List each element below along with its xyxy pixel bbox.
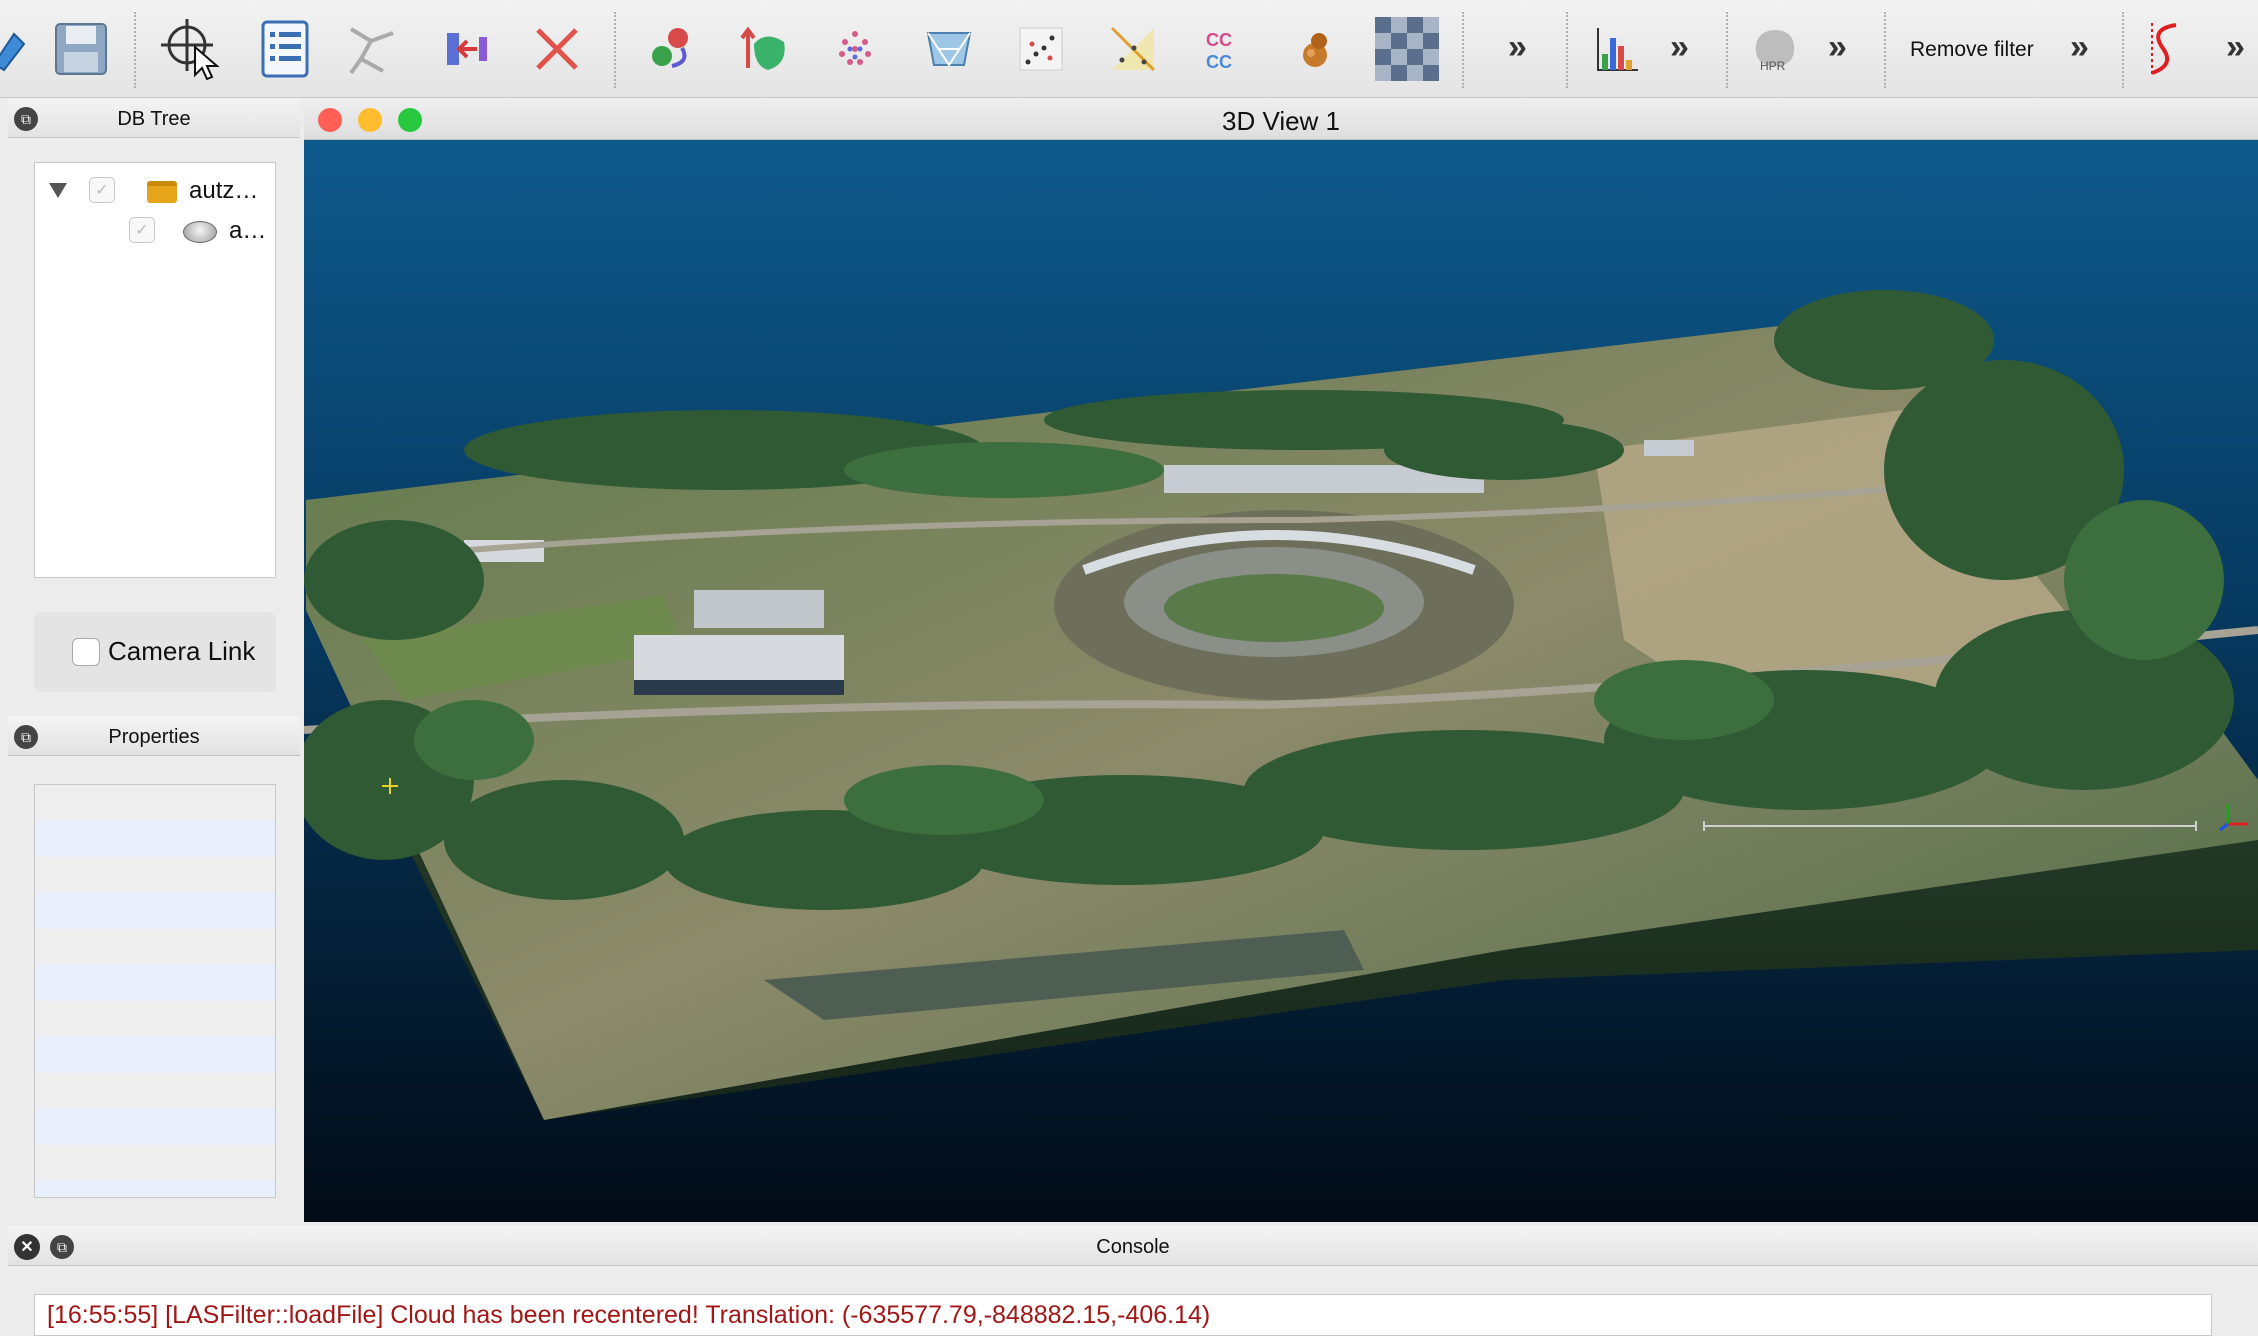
delete-icon[interactable] <box>522 14 592 84</box>
camera-link-checkbox[interactable] <box>72 638 100 666</box>
svg-text:CC: CC <box>1206 30 1232 50</box>
console-log[interactable]: [16:55:55] [LASFilter::loadFile] Cloud h… <box>34 1294 2212 1336</box>
toolbar-separator <box>614 12 616 88</box>
console-title: Console <box>1096 1236 1170 1258</box>
db-tree-header: ⧉ DB Tree <box>8 98 300 138</box>
table-row <box>35 1145 275 1181</box>
back-arrow-icon[interactable] <box>436 14 506 84</box>
main-toolbar: CC CC » » HPR » Remove filter » » <box>0 0 2258 98</box>
toolbar-separator <box>1884 12 1886 88</box>
cloud-icon <box>183 221 217 243</box>
camera-link-group: Camera Link <box>34 612 276 692</box>
checker-icon[interactable] <box>1372 14 1442 84</box>
table-row <box>35 1109 275 1145</box>
toolbar-separator <box>1726 12 1728 88</box>
table-row <box>35 1181 275 1197</box>
view-title: 3D View 1 <box>1221 106 1341 136</box>
toolbar-separator <box>1462 12 1464 88</box>
curve-icon[interactable] <box>2130 14 2200 84</box>
chevron-right-icon[interactable]: » <box>1828 28 1847 67</box>
toolbar-separator <box>2122 12 2124 88</box>
histogram-icon[interactable] <box>1582 14 1652 84</box>
graph-icon[interactable] <box>338 14 408 84</box>
view-titlebar: 3D View 1 <box>304 98 2258 140</box>
hpr-icon[interactable]: HPR <box>1740 14 1810 84</box>
toolbar-separator <box>134 12 136 88</box>
table-row <box>35 1037 275 1073</box>
point-cloud-render <box>304 140 2258 1222</box>
3d-view-canvas[interactable] <box>304 140 2258 1222</box>
db-tree-title: DB Tree <box>117 108 191 130</box>
mushroom-icon[interactable] <box>1280 14 1350 84</box>
console-line: [16:55:55] [LASFilter::loadFile] Cloud h… <box>47 1301 1211 1329</box>
table-row <box>35 1073 275 1109</box>
save-icon[interactable] <box>46 14 116 84</box>
table-row <box>35 857 275 893</box>
tool-partial-icon[interactable] <box>0 14 44 84</box>
properties-title: Properties <box>108 726 200 748</box>
tree-item-folder[interactable]: ✓ autz… <box>35 173 277 209</box>
chevron-right-icon[interactable]: » <box>2070 28 2089 67</box>
svg-text:CC: CC <box>1206 52 1232 72</box>
mesh-icon[interactable] <box>914 14 984 84</box>
toolbar-separator <box>1566 12 1568 88</box>
camera-link-label[interactable]: Camera Link <box>108 636 255 667</box>
chevron-right-icon[interactable]: » <box>1508 28 1527 67</box>
cloudcompare-window: CC CC » » HPR » Remove filter » » ⧉ DB Tr… <box>0 0 2258 1336</box>
list-icon[interactable] <box>250 14 320 84</box>
cc-icon[interactable]: CC CC <box>1190 14 1260 84</box>
properties-header: ⧉ Properties <box>8 716 300 756</box>
tree-item-label: a… <box>229 217 267 244</box>
chevron-right-icon[interactable]: » <box>1670 28 1689 67</box>
chevron-right-icon[interactable]: » <box>2226 28 2245 67</box>
normals-icon[interactable] <box>730 14 800 84</box>
expand-triangle-icon[interactable] <box>49 183 67 198</box>
visibility-checkbox[interactable]: ✓ <box>89 177 115 203</box>
db-tree[interactable]: ✓ autz… ✓ a… <box>34 162 276 578</box>
table-row <box>35 821 275 857</box>
visibility-checkbox[interactable]: ✓ <box>129 217 155 243</box>
picking-icon[interactable] <box>156 14 226 84</box>
dots-icon[interactable] <box>820 14 890 84</box>
remove-filter-button[interactable]: Remove filter <box>1910 38 2034 62</box>
scatter-icon[interactable] <box>1006 14 1076 84</box>
tree-item-cloud[interactable]: ✓ a… <box>35 213 277 249</box>
table-row <box>35 785 275 821</box>
triangle-icon[interactable] <box>1098 14 1168 84</box>
table-row <box>35 1001 275 1037</box>
table-row <box>35 929 275 965</box>
hpr-label: HPR <box>1760 59 1786 73</box>
sphere-icon[interactable] <box>636 14 706 84</box>
table-row <box>35 893 275 929</box>
properties-table[interactable] <box>34 784 276 1198</box>
console-header: ✕ ⧉ Console <box>8 1226 2258 1266</box>
folder-icon <box>147 181 177 203</box>
table-row <box>35 965 275 1001</box>
tree-item-label: autz… <box>189 177 259 204</box>
